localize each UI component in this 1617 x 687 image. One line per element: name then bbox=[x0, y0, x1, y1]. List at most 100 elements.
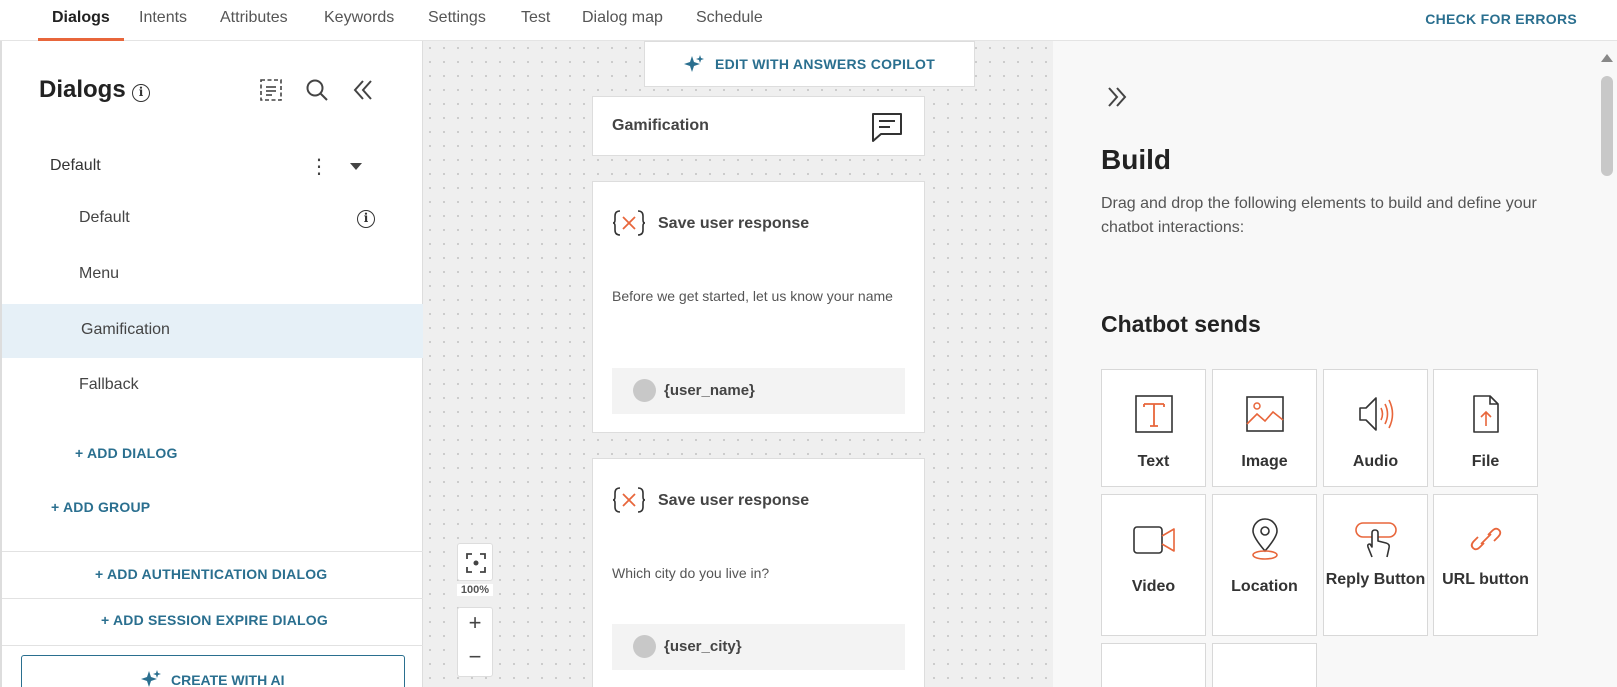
location-icon bbox=[1252, 518, 1278, 560]
info-icon[interactable]: i bbox=[357, 210, 375, 228]
tab-test[interactable]: Test bbox=[521, 9, 550, 41]
element-file[interactable]: File bbox=[1433, 369, 1538, 487]
add-authentication-dialog-button[interactable]: + ADD AUTHENTICATION DIALOG bbox=[95, 566, 327, 582]
divider bbox=[2, 598, 423, 599]
add-group-button[interactable]: + ADD GROUP bbox=[51, 499, 150, 515]
element-text[interactable]: Text bbox=[1101, 369, 1206, 487]
add-session-expire-dialog-button[interactable]: + ADD SESSION EXPIRE DIALOG bbox=[101, 612, 328, 628]
chat-bubble-icon bbox=[872, 113, 902, 142]
dialog-label: Default bbox=[79, 209, 130, 226]
copilot-label: EDIT WITH ANSWERS COPILOT bbox=[715, 56, 936, 72]
variable-icon bbox=[612, 210, 646, 236]
element-label: File bbox=[1471, 453, 1500, 470]
dialogs-sidebar: Dialogs i Default ⋮ Default i Menu Gamif… bbox=[0, 41, 423, 687]
file-icon bbox=[1473, 395, 1499, 433]
element-list[interactable] bbox=[1101, 643, 1206, 687]
element-image[interactable]: Image bbox=[1212, 369, 1317, 487]
element-location[interactable]: Location bbox=[1212, 494, 1317, 636]
chatbot-sends-title: Chatbot sends bbox=[1101, 311, 1261, 337]
dialog-name-card[interactable]: Gamification bbox=[592, 96, 925, 156]
save-user-response-card[interactable]: Save user response Which city do you liv… bbox=[592, 458, 925, 687]
tab-keywords[interactable]: Keywords bbox=[324, 9, 394, 41]
attribute-name: {user_city} bbox=[664, 638, 742, 655]
url-button-icon bbox=[1470, 527, 1502, 551]
top-navigation: Dialogs Intents Attributes Keywords Sett… bbox=[0, 0, 1617, 41]
create-with-ai-button[interactable]: CREATE WITH AI bbox=[21, 655, 405, 687]
build-panel: Build Drag and drop the following elemen… bbox=[1053, 41, 1617, 687]
element-label: Video bbox=[1131, 578, 1176, 595]
attribute-dot-icon bbox=[633, 635, 656, 658]
tab-intents[interactable]: Intents bbox=[139, 9, 187, 41]
card-text: Before we get started, let us know your … bbox=[612, 288, 893, 304]
text-icon bbox=[1135, 395, 1173, 433]
sidebar-dialog-fallback[interactable]: Fallback bbox=[2, 359, 423, 413]
card-text: Which city do you live in? bbox=[612, 565, 770, 581]
image-icon bbox=[1246, 396, 1284, 432]
sparkle-icon bbox=[684, 55, 704, 72]
zoom-level: 100% bbox=[457, 584, 493, 596]
dialog-name: Gamification bbox=[612, 117, 709, 134]
info-icon[interactable]: i bbox=[132, 84, 150, 102]
tab-attributes[interactable]: Attributes bbox=[220, 9, 288, 41]
collapse-sidebar-icon[interactable] bbox=[350, 77, 376, 103]
focus-icon bbox=[466, 553, 486, 573]
card-title: Save user response bbox=[658, 492, 810, 509]
edit-with-answers-copilot-button[interactable]: EDIT WITH ANSWERS COPILOT bbox=[644, 41, 975, 87]
build-description: Drag and drop the following elements to … bbox=[1101, 195, 1537, 236]
tab-schedule[interactable]: Schedule bbox=[696, 9, 763, 41]
tab-settings[interactable]: Settings bbox=[428, 9, 486, 41]
sparkle-icon bbox=[141, 670, 161, 687]
dialog-label: Fallback bbox=[79, 376, 139, 393]
attribute-field[interactable]: {user_name} bbox=[612, 368, 905, 414]
tab-dialogs[interactable]: Dialogs bbox=[38, 9, 124, 41]
tab-dialog-map[interactable]: Dialog map bbox=[582, 9, 663, 41]
element-label: Location bbox=[1231, 578, 1298, 595]
expand-panel-icon[interactable] bbox=[1104, 84, 1130, 110]
card-title: Save user response bbox=[658, 215, 810, 232]
scrollbar-thumb[interactable] bbox=[1601, 76, 1613, 176]
attribute-field[interactable]: {user_city} bbox=[612, 624, 905, 670]
dialog-label: Menu bbox=[79, 265, 120, 282]
scroll-up-icon[interactable] bbox=[1601, 54, 1613, 62]
collapse-all-icon[interactable] bbox=[258, 77, 284, 103]
zoom-controls: + − bbox=[457, 607, 493, 677]
bot-icon bbox=[1243, 666, 1287, 687]
check-for-errors-button[interactable]: CHECK FOR ERRORS bbox=[1425, 11, 1577, 27]
zoom-in-button[interactable]: + bbox=[458, 610, 492, 636]
zoom-out-button[interactable]: − bbox=[458, 644, 492, 670]
sidebar-dialog-menu[interactable]: Menu bbox=[2, 248, 423, 302]
element-label: Image bbox=[1241, 453, 1288, 470]
dialog-label: Gamification bbox=[81, 321, 170, 338]
chevron-down-icon[interactable] bbox=[350, 163, 362, 170]
element-url-button[interactable]: URL button bbox=[1433, 494, 1538, 636]
attribute-dot-icon bbox=[633, 379, 656, 402]
divider bbox=[2, 645, 423, 646]
sidebar-dialog-default[interactable]: Default i bbox=[2, 192, 423, 246]
divider bbox=[2, 551, 423, 552]
dialog-canvas[interactable]: EDIT WITH ANSWERS COPILOT Gamification S… bbox=[423, 41, 1053, 687]
search-icon[interactable] bbox=[304, 77, 330, 103]
attribute-name: {user_name} bbox=[664, 382, 755, 399]
element-label: Text bbox=[1137, 453, 1170, 470]
sidebar-title: Dialogs bbox=[39, 76, 126, 103]
element-label: Reply Button bbox=[1325, 571, 1426, 588]
reply-button-icon bbox=[1355, 522, 1397, 558]
element-reply-button[interactable]: Reply Button bbox=[1323, 494, 1428, 636]
element-audio[interactable]: Audio bbox=[1323, 369, 1428, 487]
list-icon bbox=[1132, 666, 1176, 687]
group-label[interactable]: Default bbox=[50, 157, 101, 175]
save-user-response-card[interactable]: Save user response Before we get started… bbox=[592, 181, 925, 433]
sidebar-dialog-gamification[interactable]: Gamification bbox=[2, 304, 423, 358]
add-dialog-button[interactable]: + ADD DIALOG bbox=[75, 445, 178, 461]
audio-icon bbox=[1359, 397, 1394, 431]
element-label: URL button bbox=[1442, 571, 1529, 588]
video-icon bbox=[1133, 526, 1175, 554]
create-with-ai-label: CREATE WITH AI bbox=[171, 672, 285, 687]
fit-to-screen-button[interactable] bbox=[457, 543, 493, 581]
element-video[interactable]: Video bbox=[1101, 494, 1206, 636]
element-carousel[interactable] bbox=[1212, 643, 1317, 687]
build-title: Build bbox=[1101, 144, 1171, 175]
group-menu-icon[interactable]: ⋮ bbox=[309, 155, 329, 179]
element-label: Audio bbox=[1352, 453, 1399, 470]
variable-icon bbox=[612, 487, 646, 513]
